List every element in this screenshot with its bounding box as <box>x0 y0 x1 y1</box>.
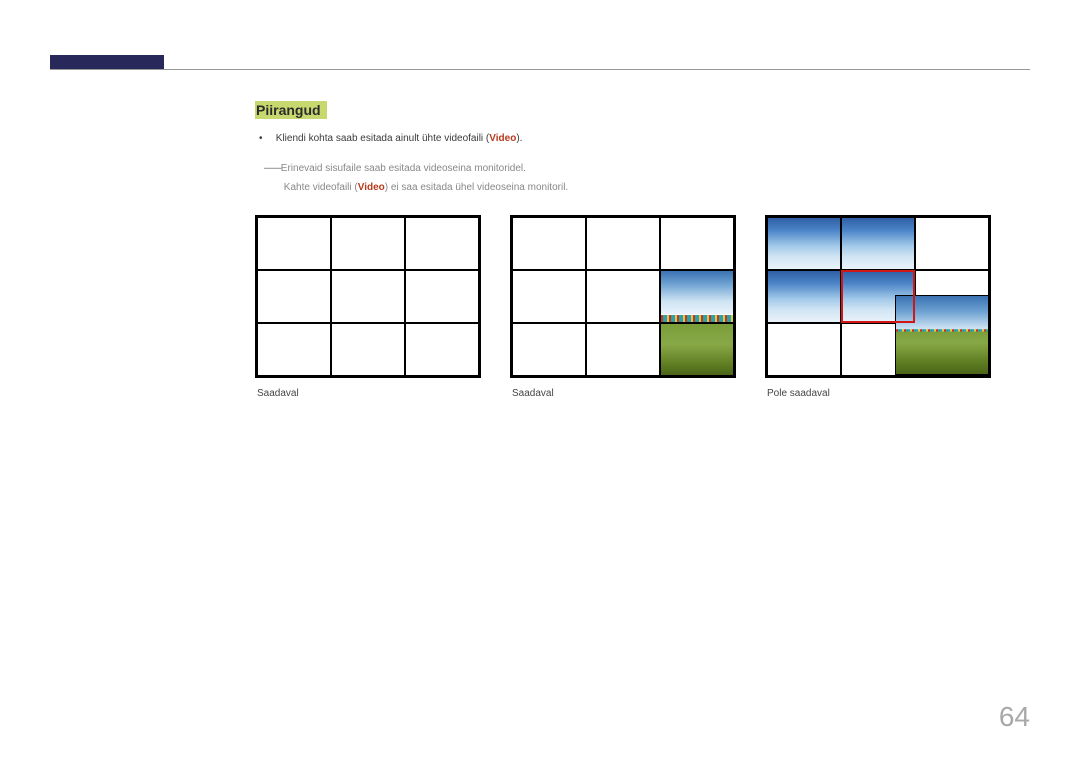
grid-cell <box>512 270 586 323</box>
field-video-overlay <box>895 295 989 375</box>
grid-cell-video-top <box>660 270 734 323</box>
grid-cell <box>405 270 479 323</box>
grid-block-2: Saadaval <box>510 215 736 399</box>
dash-icon: ― <box>264 157 276 177</box>
grids-row: Saadaval Saadaval <box>255 215 1030 399</box>
grid-cell <box>331 270 405 323</box>
grid-cell-sky <box>767 217 841 270</box>
grid-cell-sky <box>841 217 915 270</box>
grid-cell <box>257 217 331 270</box>
bullet-item-1: Kliendi kohta saab esitada ainult ühte v… <box>262 131 1030 147</box>
grid-caption-3: Pole saadaval <box>767 388 991 399</box>
grid-cell <box>405 217 479 270</box>
bullet-text-suffix: ). <box>516 133 522 144</box>
grid-cell <box>767 323 841 376</box>
grid-cell <box>257 270 331 323</box>
grid-block-3: Pole saadaval <box>765 215 991 399</box>
bullet-text-prefix: Kliendi kohta saab esitada ainult ühte v… <box>276 133 489 144</box>
grid-3 <box>765 215 991 378</box>
subnote-line2-prefix: Kahte videofaili ( <box>284 182 358 193</box>
grid-cell <box>660 217 734 270</box>
grid-cell <box>512 323 586 376</box>
subnote-line2-suffix: ) ei saa esitada ühel videoseina monitor… <box>385 182 568 193</box>
subnote-line2-highlight: Video <box>358 182 385 193</box>
header-tab-stub <box>50 55 164 69</box>
grid-caption-2: Saadaval <box>512 388 736 399</box>
main-content: Piirangud Kliendi kohta saab esitada ain… <box>255 101 1030 399</box>
grid-cell <box>586 323 660 376</box>
grid-block-1: Saadaval <box>255 215 481 399</box>
header-divider <box>50 69 1030 70</box>
section-heading: Piirangud <box>255 101 327 119</box>
grid-cell <box>512 217 586 270</box>
bullet-list: Kliendi kohta saab esitada ainult ühte v… <box>262 131 1030 147</box>
grid-cell <box>331 217 405 270</box>
grid-cell <box>331 323 405 376</box>
grid-cell <box>257 323 331 376</box>
page-number: 64 <box>999 701 1030 733</box>
grid-cell <box>586 217 660 270</box>
grid-caption-1: Saadaval <box>257 388 481 399</box>
grid-cell <box>405 323 479 376</box>
grid-cell <box>915 217 989 270</box>
grid-1 <box>255 215 481 378</box>
grid-2 <box>510 215 736 378</box>
grid-cell <box>586 270 660 323</box>
grid-cell-video-bottom <box>660 323 734 376</box>
sub-note: ― Erinevaid sisufaile saab esitada video… <box>264 152 1030 195</box>
grid-cell-sky <box>767 270 841 323</box>
subnote-line1: Erinevaid sisufaile saab esitada videose… <box>281 163 526 174</box>
bullet-text-highlight: Video <box>489 133 516 144</box>
